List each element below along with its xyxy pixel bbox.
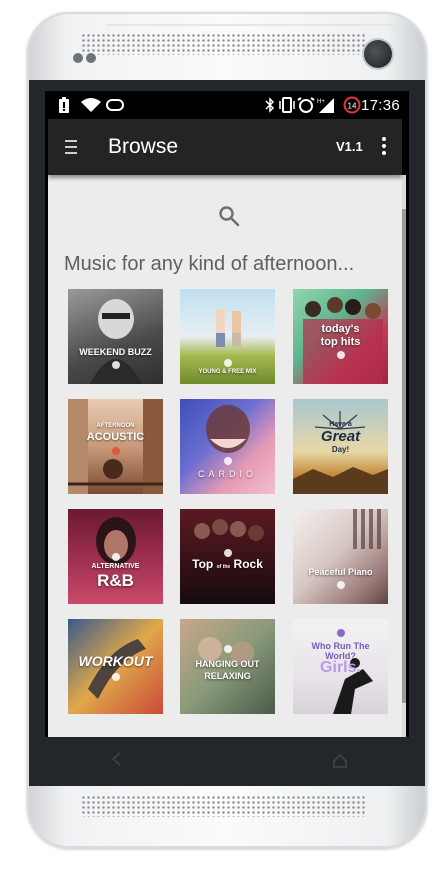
playlist-label: HANGING OUT <box>195 659 260 669</box>
playlist-tile-young-free-mix[interactable]: YOUNG & FREE MIX <box>180 289 275 384</box>
browse-content: Music for any kind of afternoon... WEEKE… <box>48 175 402 737</box>
playlist-label: WEEKEND BUZZ <box>79 347 152 357</box>
home-icon[interactable] <box>333 754 347 768</box>
more-vert-icon[interactable] <box>382 137 386 157</box>
back-icon[interactable] <box>110 752 124 766</box>
spotify-logo-icon <box>223 549 232 557</box>
playlist-label: today's <box>321 323 360 335</box>
spotify-logo-icon <box>223 457 232 465</box>
front-camera <box>364 40 392 68</box>
alarm-icon <box>297 97 315 113</box>
spotify-logo-icon <box>223 359 232 367</box>
playlist-label: YOUNG & FREE MIX <box>198 369 257 375</box>
notification-badge-icon: 14 <box>343 96 361 114</box>
cardio-artwork <box>206 405 250 453</box>
playlist-label: of the Top of the Rock <box>180 557 275 571</box>
playlist-label: Peaceful Piano <box>308 567 373 577</box>
playlist-label: Girls. <box>320 659 361 676</box>
playlist-label: top hits <box>320 336 361 348</box>
playlist-label: Have a <box>329 421 352 428</box>
spotify-logo-icon <box>111 553 120 561</box>
rock-title-end: Rock <box>233 557 263 571</box>
playlist-label: Day! <box>331 445 350 454</box>
playlist-tile-alternative-rnb[interactable]: ALTERNATIVE R&B <box>68 509 163 604</box>
playlist-label: Great <box>320 428 361 445</box>
bottom-speaker <box>81 795 367 817</box>
spotify-logo-icon <box>336 629 345 637</box>
spotify-logo-icon <box>111 361 120 369</box>
wifi-icon <box>81 98 101 112</box>
rock-title-mid: of the <box>216 564 231 570</box>
playlist-label: ALTERNATIVE <box>91 563 140 570</box>
spotify-logo-icon <box>111 447 120 455</box>
battery-alert-icon <box>59 97 69 113</box>
playlist-tile-todays-top-hits[interactable]: today's top hits <box>293 289 388 384</box>
playlist-tile-who-run-the-world-girls[interactable]: Who Run The World? Girls. <box>293 619 388 714</box>
cast-icon <box>106 99 124 111</box>
playlist-label: AFTERNOON <box>96 423 135 429</box>
proximity-sensor <box>73 53 83 63</box>
app-toolbar: Browse V1.1 <box>48 119 402 175</box>
screen: H+ 14 17:36 Browse V1.1 Music for any ki… <box>45 91 409 737</box>
svg-text:H+: H+ <box>317 99 325 105</box>
playlist-tile-afternoon-acoustic[interactable]: AFTERNOON ACOUSTIC <box>68 399 163 494</box>
menu-icon[interactable] <box>65 140 77 154</box>
peaceful-piano-artwork <box>353 509 381 549</box>
playlist-label: RELAXING <box>204 671 251 681</box>
playlist-label: CARDIO <box>197 469 257 479</box>
playlist-tile-top-of-the-rock[interactable]: of the Top of the Rock <box>180 509 275 604</box>
rock-title-top: Top <box>192 557 214 571</box>
spotify-logo-icon <box>223 645 232 653</box>
playlist-label: ACOUSTIC <box>86 431 145 443</box>
search-icon[interactable] <box>218 205 240 227</box>
playlist-tile-have-a-great-day[interactable]: Have a Great Day! <box>293 399 388 494</box>
version-label: V1.1 <box>336 139 363 154</box>
spotify-logo-icon <box>336 581 345 589</box>
light-sensor <box>86 53 96 63</box>
scrollbar-thumb[interactable] <box>402 209 406 703</box>
playlist-tile-cardio[interactable]: CARDIO <box>180 399 275 494</box>
playlist-label: R&B <box>97 571 134 590</box>
status-bar: H+ 14 17:36 <box>45 91 409 119</box>
playlist-tile-hanging-out-relaxing[interactable]: HANGING OUT RELAXING <box>180 619 275 714</box>
spotify-logo-icon <box>111 673 120 681</box>
earpiece-speaker <box>81 33 367 55</box>
signal-icon: H+ <box>317 98 334 113</box>
playlist-label: Who Run The <box>311 641 370 651</box>
page-title: Browse <box>108 135 179 158</box>
phone-top-seam <box>107 24 397 26</box>
spotify-logo-icon <box>336 351 345 359</box>
section-heading: Music for any kind of afternoon... <box>64 253 355 275</box>
scrollbar[interactable] <box>402 175 406 737</box>
playlist-label: WORKOUT <box>78 653 153 669</box>
vibrate-icon <box>279 97 295 113</box>
playlist-tile-peaceful-piano[interactable]: Peaceful Piano <box>293 509 388 604</box>
notification-count: 14 <box>348 102 357 111</box>
status-time: 17:36 <box>360 97 400 114</box>
playlist-tile-weekend-buzz[interactable]: WEEKEND BUZZ <box>68 289 163 384</box>
bluetooth-icon <box>265 97 275 113</box>
weekend-buzz-artwork <box>90 299 142 384</box>
playlist-tile-workout[interactable]: WORKOUT <box>68 619 163 714</box>
